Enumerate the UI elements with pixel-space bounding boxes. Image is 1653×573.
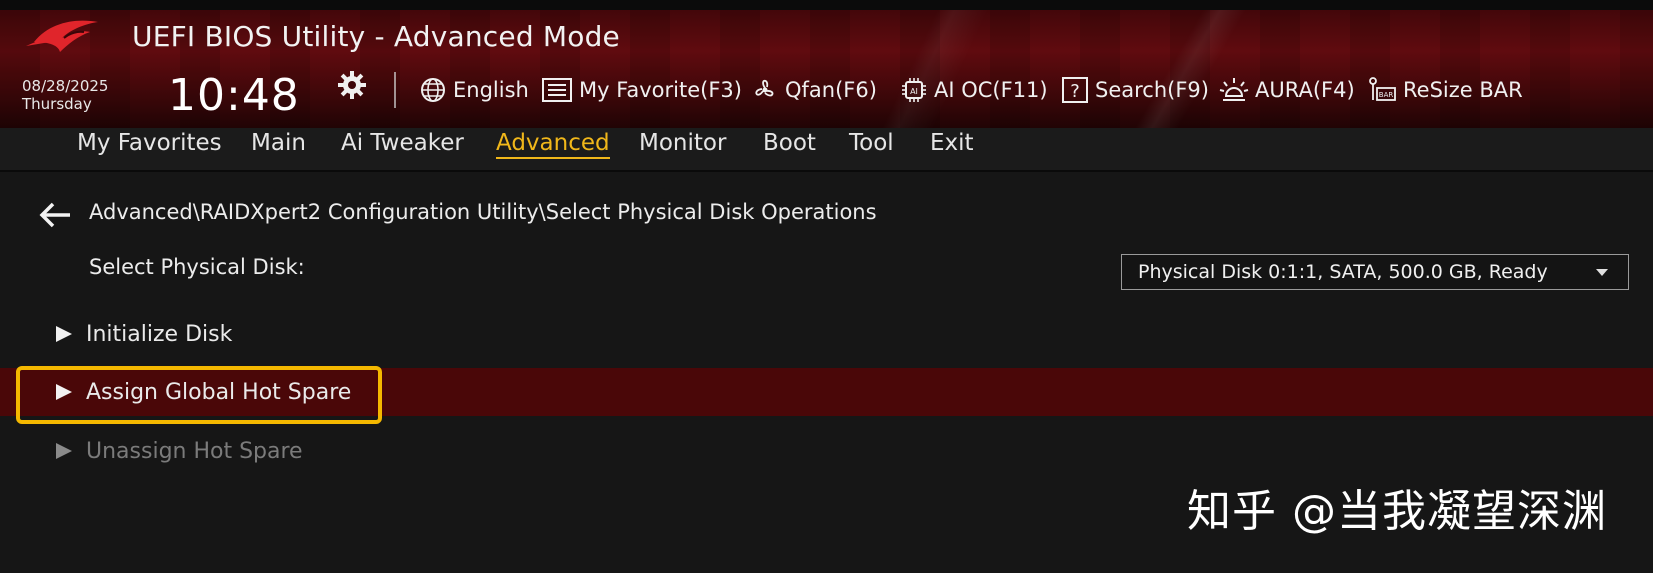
tab-exit[interactable]: Exit: [930, 130, 974, 156]
favorite-list-icon: [542, 78, 572, 102]
physical-disk-value: Physical Disk 0:1:1, SATA, 500.0 GB, Rea…: [1138, 261, 1548, 283]
tab-boot[interactable]: Boot: [763, 130, 816, 156]
search-button[interactable]: ? Search(F9): [1061, 74, 1209, 106]
weekday-text: Thursday: [22, 95, 92, 113]
physical-disk-dropdown[interactable]: Physical Disk 0:1:1, SATA, 500.0 GB, Rea…: [1121, 254, 1629, 290]
aura-light-icon: [1219, 78, 1249, 101]
tab-tool[interactable]: Tool: [849, 130, 894, 156]
main-menu-bar: [0, 128, 1653, 172]
help-search-icon: ?: [1062, 77, 1088, 103]
select-physical-disk-label: Select Physical Disk:: [89, 255, 305, 279]
tab-ai-tweaker[interactable]: Ai Tweaker: [341, 130, 464, 156]
unassign-hot-spare-item: Unassign Hot Spare: [56, 431, 303, 471]
my-favorite-label: My Favorite(F3): [579, 78, 742, 102]
back-arrow-icon[interactable]: [38, 201, 72, 229]
top-strip: [0, 0, 1653, 10]
date-display: 08/28/2025 Thursday: [22, 77, 108, 113]
qfan-label: Qfan(F6): [785, 78, 877, 102]
svg-text:BAR: BAR: [1379, 91, 1394, 99]
globe-icon: [421, 78, 445, 102]
watermark: 知乎 @当我凝望深渊: [1187, 486, 1607, 537]
toolbar-divider: [394, 72, 396, 108]
my-favorite-button[interactable]: My Favorite(F3): [541, 74, 742, 106]
date-text: 08/28/2025: [22, 77, 109, 95]
tab-main[interactable]: Main: [251, 130, 306, 156]
unassign-hot-spare-label: Unassign Hot Spare: [86, 438, 303, 464]
submenu-arrow-icon: [56, 326, 72, 342]
resize-bar-button[interactable]: BAR ReSize BAR: [1367, 74, 1523, 106]
aura-label: AURA(F4): [1255, 78, 1355, 102]
gear-icon[interactable]: [337, 70, 367, 100]
svg-text:AI: AI: [910, 87, 918, 96]
clock: 10:48: [168, 70, 300, 121]
resize-bar-label: ReSize BAR: [1403, 78, 1523, 102]
breadcrumb: Advanced\RAIDXpert2 Configuration Utilit…: [89, 200, 877, 224]
initialize-disk-label: Initialize Disk: [86, 321, 233, 347]
initialize-disk-item[interactable]: Initialize Disk: [56, 314, 232, 354]
search-label: Search(F9): [1095, 78, 1209, 102]
ai-chip-icon: AI: [902, 78, 926, 102]
language-button[interactable]: English: [419, 74, 529, 106]
tab-advanced[interactable]: Advanced: [496, 130, 610, 159]
language-label: English: [453, 78, 529, 102]
fan-icon: [755, 79, 774, 97]
bios-screen: UEFI BIOS Utility - Advanced Mode 08/28/…: [0, 0, 1653, 573]
qfan-button[interactable]: Qfan(F6): [751, 74, 877, 106]
submenu-arrow-icon: [56, 443, 72, 459]
tab-my-favorites[interactable]: My Favorites: [77, 130, 222, 156]
svg-text:?: ?: [1070, 81, 1080, 102]
app-title: UEFI BIOS Utility - Advanced Mode: [132, 20, 620, 53]
ai-oc-button[interactable]: AI AI OC(F11): [900, 74, 1048, 106]
resize-bar-icon: BAR: [1369, 77, 1396, 101]
tab-monitor[interactable]: Monitor: [639, 130, 726, 156]
callout-frame: [16, 366, 382, 424]
chevron-down-icon: [1596, 269, 1608, 276]
rog-logo-icon: [26, 20, 98, 52]
aura-button[interactable]: AURA(F4): [1219, 74, 1355, 106]
ai-oc-label: AI OC(F11): [934, 78, 1048, 102]
